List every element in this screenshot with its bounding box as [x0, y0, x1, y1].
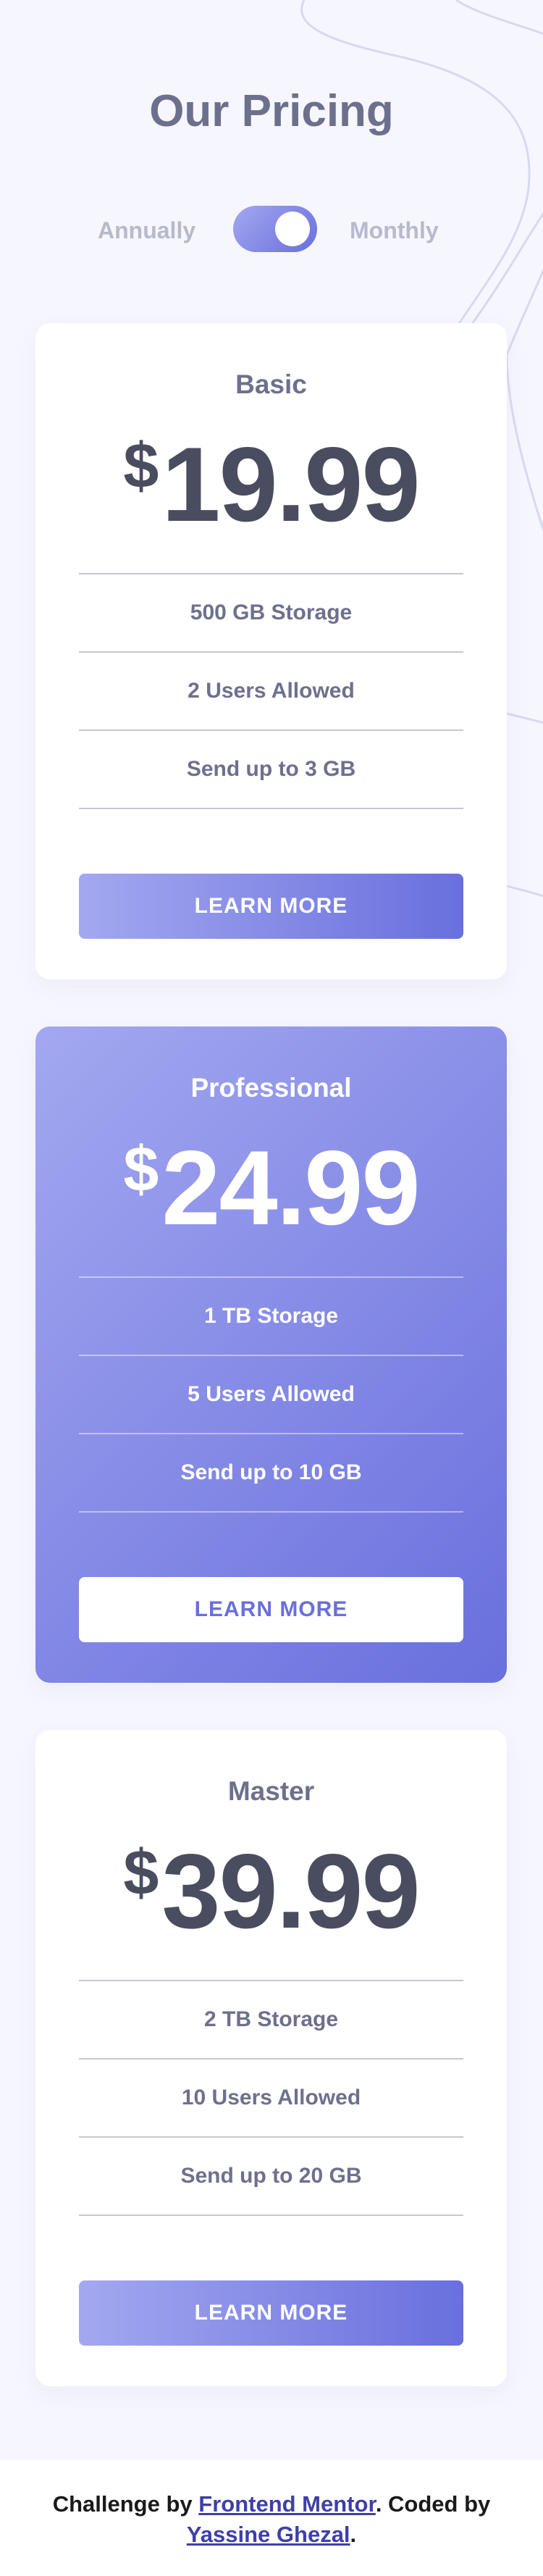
feature-list: 500 GB Storage 2 Users Allowed Send up t…: [79, 573, 463, 809]
plan-name: Basic: [235, 369, 307, 399]
learn-more-button-professional[interactable]: LEARN MORE: [79, 1577, 463, 1642]
billing-toggle-row: Annually Monthly: [0, 204, 543, 255]
toggle-label-monthly[interactable]: Monthly: [350, 217, 439, 244]
learn-more-button-basic[interactable]: LEARN MORE: [79, 874, 463, 939]
toggle-label-annually[interactable]: Annually: [98, 217, 195, 244]
currency-symbol: $: [123, 1133, 159, 1205]
frontend-mentor-link[interactable]: Frontend Mentor: [198, 2491, 376, 2517]
plan-price: $39.99: [35, 1839, 507, 1944]
billing-toggle-switch[interactable]: [233, 206, 317, 252]
feature-item: 5 Users Allowed: [79, 1356, 463, 1434]
plan-card-master: Master $39.99 2 TB Storage 10 Users Allo…: [35, 1730, 507, 2386]
attribution-footer: Challenge by Frontend Mentor. Coded by Y…: [0, 2460, 543, 2576]
attribution-prefix: Challenge by: [52, 2491, 199, 2517]
feature-list: 2 TB Storage 10 Users Allowed Send up to…: [79, 1980, 463, 2216]
learn-more-button-master[interactable]: LEARN MORE: [79, 2280, 463, 2346]
feature-item: Send up to 20 GB: [79, 2138, 463, 2216]
plan-card-basic: Basic $19.99 500 GB Storage 2 Users Allo…: [35, 323, 507, 979]
feature-item: 2 Users Allowed: [79, 653, 463, 731]
attribution-middle: . Coded by: [375, 2491, 491, 2517]
toggle-knob: [275, 212, 310, 246]
feature-item: 500 GB Storage: [79, 574, 463, 653]
feature-item: 1 TB Storage: [79, 1278, 463, 1356]
currency-symbol: $: [123, 430, 159, 501]
attribution-suffix: .: [350, 2522, 357, 2547]
currency-symbol: $: [123, 1836, 159, 1908]
author-link[interactable]: Yassine Ghezal: [187, 2522, 350, 2547]
plan-price: $24.99: [35, 1135, 507, 1241]
plan-price: $19.99: [35, 432, 507, 538]
price-amount: 39.99: [161, 1832, 420, 1950]
feature-item: Send up to 3 GB: [79, 731, 463, 809]
feature-item: 2 TB Storage: [79, 1981, 463, 2059]
plan-card-professional: Professional $24.99 1 TB Storage 5 Users…: [35, 1026, 507, 1683]
price-amount: 24.99: [161, 1129, 420, 1247]
feature-item: Send up to 10 GB: [79, 1434, 463, 1513]
price-amount: 19.99: [161, 425, 420, 543]
plan-name: Master: [227, 1776, 315, 1806]
feature-item: 10 Users Allowed: [79, 2059, 463, 2138]
page-title: Our Pricing: [149, 86, 394, 136]
plan-name: Professional: [190, 1073, 352, 1103]
feature-list: 1 TB Storage 5 Users Allowed Send up to …: [79, 1276, 463, 1513]
